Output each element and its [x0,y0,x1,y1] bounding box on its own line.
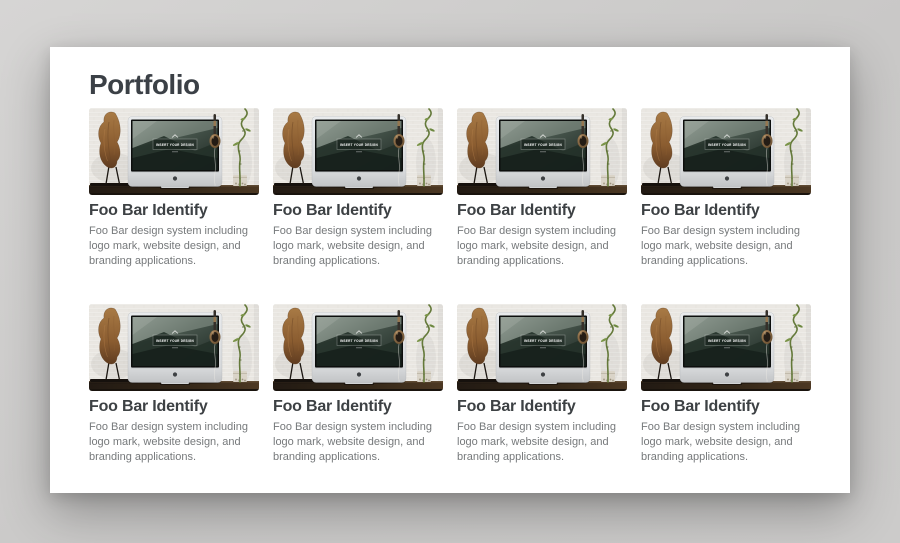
portfolio-item: Foo Bar Identify Foo Bar design system i… [273,108,443,269]
imac-desk-photo [641,304,811,391]
portfolio-item-description: Foo Bar design system including logo mar… [89,420,259,465]
portfolio-item: Foo Bar Identify Foo Bar design system i… [641,108,811,269]
portfolio-item: Foo Bar Identify Foo Bar design system i… [641,304,811,465]
portfolio-item-description: Foo Bar design system including logo mar… [457,420,627,465]
imac-desk-photo [273,108,443,195]
portfolio-thumbnail[interactable] [273,108,443,195]
portfolio-item-description: Foo Bar design system including logo mar… [641,224,811,269]
portfolio-thumbnail[interactable] [641,304,811,391]
portfolio-item: Foo Bar Identify Foo Bar design system i… [457,304,627,465]
portfolio-item: Foo Bar Identify Foo Bar design system i… [89,304,259,465]
imac-desk-photo [89,108,259,195]
imac-desk-photo [641,108,811,195]
portfolio-item-title[interactable]: Foo Bar Identify [641,201,811,221]
portfolio-item: Foo Bar Identify Foo Bar design system i… [89,108,259,269]
portfolio-item-title[interactable]: Foo Bar Identify [641,397,811,417]
imac-desk-photo [457,108,627,195]
portfolio-item-description: Foo Bar design system including logo mar… [641,420,811,465]
imac-desk-photo [273,304,443,391]
portfolio-item-title[interactable]: Foo Bar Identify [89,397,259,417]
portfolio-thumbnail[interactable] [457,108,627,195]
portfolio-thumbnail[interactable] [641,108,811,195]
portfolio-item-title[interactable]: Foo Bar Identify [273,201,443,221]
portfolio-item-title[interactable]: Foo Bar Identify [457,201,627,221]
portfolio-item: Foo Bar Identify Foo Bar design system i… [457,108,627,269]
portfolio-item-description: Foo Bar design system including logo mar… [273,224,443,269]
portfolio-item: Foo Bar Identify Foo Bar design system i… [273,304,443,465]
page-title: Portfolio [89,71,811,99]
portfolio-item-title[interactable]: Foo Bar Identify [89,201,259,221]
portfolio-item-description: Foo Bar design system including logo mar… [273,420,443,465]
portfolio-thumbnail[interactable] [273,304,443,391]
imac-desk-photo [457,304,627,391]
imac-desk-photo [89,304,259,391]
portfolio-item-title[interactable]: Foo Bar Identify [457,397,627,417]
portfolio-thumbnail[interactable] [89,304,259,391]
portfolio-item-description: Foo Bar design system including logo mar… [89,224,259,269]
portfolio-thumbnail[interactable] [89,108,259,195]
portfolio-item-title[interactable]: Foo Bar Identify [273,397,443,417]
portfolio-item-description: Foo Bar design system including logo mar… [457,224,627,269]
portfolio-panel: Portfolio Foo Bar Identify Foo Bar desig… [50,47,850,493]
portfolio-thumbnail[interactable] [457,304,627,391]
portfolio-grid: Foo Bar Identify Foo Bar design system i… [89,108,811,465]
